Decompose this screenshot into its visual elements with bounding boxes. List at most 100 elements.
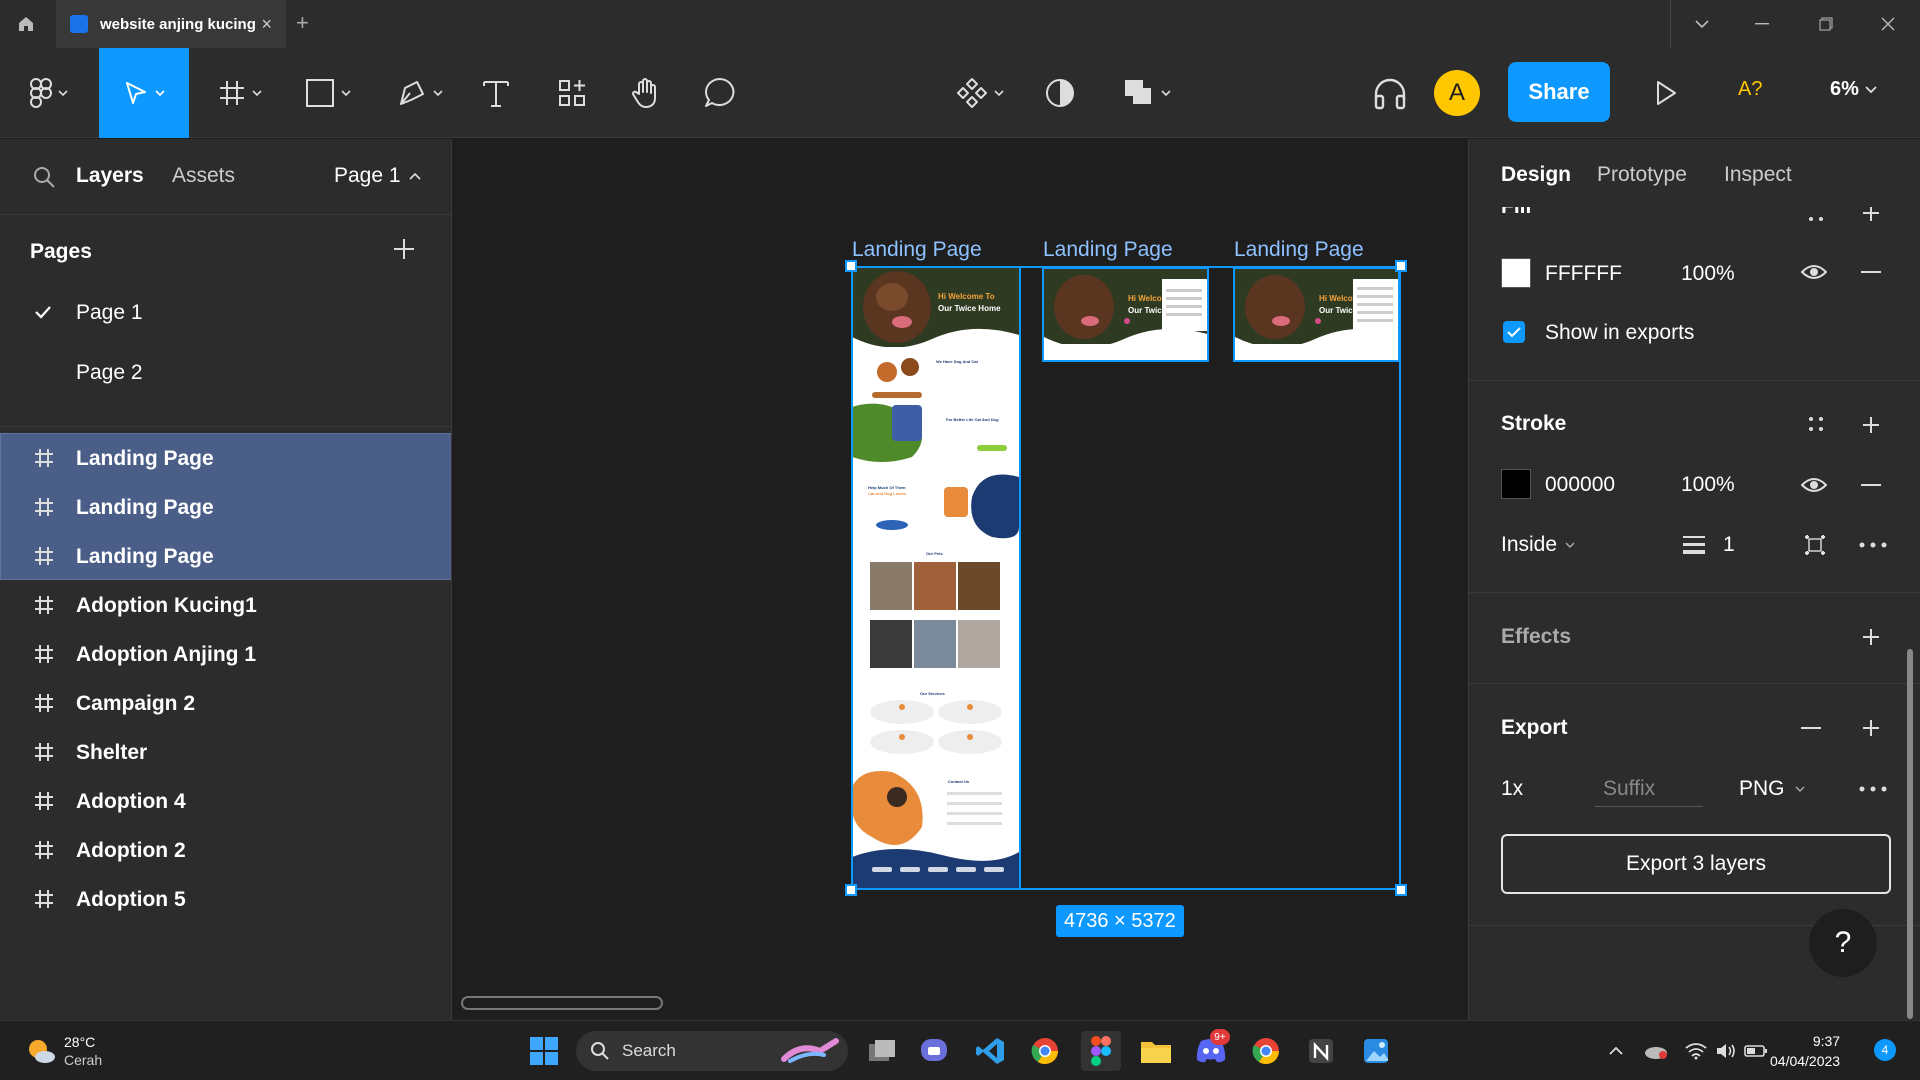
close-tab-icon[interactable]: × xyxy=(261,14,272,35)
comment-tool-button[interactable] xyxy=(700,48,740,138)
fill-color-swatch[interactable] xyxy=(1501,258,1531,288)
zoom-dropdown[interactable]: 6% xyxy=(1830,78,1877,101)
vscode-icon[interactable] xyxy=(970,1031,1010,1071)
system-clock[interactable]: 9:37 04/04/2023 xyxy=(1770,1031,1840,1071)
new-tab-button[interactable]: + xyxy=(296,10,309,36)
add-stroke-icon[interactable] xyxy=(1861,415,1881,435)
resize-handle-bl[interactable] xyxy=(845,884,857,896)
home-icon[interactable] xyxy=(0,0,52,48)
add-fill-icon[interactable] xyxy=(1861,207,1881,223)
tab-assets[interactable]: Assets xyxy=(172,164,235,188)
stroke-opacity-input[interactable]: 100% xyxy=(1681,473,1735,497)
more-options-icon[interactable] xyxy=(1859,542,1887,548)
tab-prototype[interactable]: Prototype xyxy=(1597,163,1687,187)
frame-label-1[interactable]: Landing Page xyxy=(852,238,982,262)
page-item-2[interactable]: Page 2 xyxy=(0,349,451,397)
page-selector[interactable]: Page 1 xyxy=(334,164,421,188)
layer-item[interactable]: Landing Page xyxy=(0,434,451,483)
tab-design[interactable]: Design xyxy=(1501,163,1571,187)
layer-item[interactable]: Campaign 2 xyxy=(0,679,451,728)
layer-item[interactable]: Adoption 2 xyxy=(0,826,451,875)
show-in-exports-checkbox[interactable] xyxy=(1503,321,1525,343)
missing-fonts-indicator[interactable]: A? xyxy=(1738,78,1762,101)
frame-tool-button[interactable] xyxy=(210,48,270,138)
layer-item[interactable]: Shelter xyxy=(0,728,451,777)
chevron-down-icon[interactable] xyxy=(1670,0,1734,48)
file-tab[interactable]: website anjing kucing × xyxy=(56,0,286,48)
layer-item[interactable]: Adoption Anjing 1 xyxy=(0,630,451,679)
resize-handle-br[interactable] xyxy=(1395,884,1407,896)
notification-center-badge[interactable]: 4 xyxy=(1874,1039,1896,1061)
chevron-up-icon[interactable] xyxy=(1596,1031,1636,1071)
stroke-styles-icon[interactable] xyxy=(1807,415,1825,433)
canvas[interactable]: Landing Page Landing Page Landing Page H… xyxy=(453,139,1467,1020)
main-menu-button[interactable] xyxy=(14,48,84,138)
start-button[interactable] xyxy=(524,1031,564,1071)
hand-tool-button[interactable] xyxy=(624,48,668,138)
remove-export-icon[interactable] xyxy=(1801,727,1821,729)
stroke-weight-input[interactable]: 1 xyxy=(1723,533,1735,557)
layer-item[interactable]: Adoption 5 xyxy=(0,875,451,924)
page-item-1[interactable]: Page 1 xyxy=(0,289,451,337)
remove-stroke-icon[interactable] xyxy=(1861,484,1881,486)
horizontal-scrollbar[interactable] xyxy=(461,996,663,1010)
stroke-hex-input[interactable]: 000000 xyxy=(1545,473,1615,497)
text-tool-button[interactable] xyxy=(476,48,516,138)
add-page-button[interactable] xyxy=(392,237,416,261)
add-effect-icon[interactable] xyxy=(1861,627,1881,647)
chrome-icon[interactable] xyxy=(1025,1031,1065,1071)
tab-inspect[interactable]: Inspect xyxy=(1724,163,1792,187)
stroke-color-swatch[interactable] xyxy=(1501,469,1531,499)
help-button[interactable]: ? xyxy=(1809,909,1877,977)
fill-opacity-input[interactable]: 100% xyxy=(1681,262,1735,286)
shape-tool-button[interactable] xyxy=(298,48,358,138)
fill-hex-input[interactable]: FFFFFF xyxy=(1545,262,1622,286)
weather-widget[interactable]: 28°C Cerah xyxy=(26,1033,102,1069)
export-layers-button[interactable]: Export 3 layers xyxy=(1501,834,1891,894)
boolean-menu-button[interactable] xyxy=(1112,48,1182,138)
eye-icon[interactable] xyxy=(1801,263,1827,281)
restore-icon[interactable] xyxy=(1794,0,1858,48)
eye-icon[interactable] xyxy=(1801,476,1827,494)
remove-fill-icon[interactable] xyxy=(1861,271,1881,273)
layer-item[interactable]: Adoption Kucing1 xyxy=(0,581,451,630)
audio-chat-button[interactable] xyxy=(1370,48,1410,138)
photos-icon[interactable] xyxy=(1356,1031,1396,1071)
component-menu-button[interactable] xyxy=(950,48,1010,138)
resources-button[interactable] xyxy=(552,48,592,138)
chrome-icon[interactable] xyxy=(1246,1031,1286,1071)
move-tool-button[interactable] xyxy=(99,48,189,138)
layer-item[interactable]: Landing Page xyxy=(0,532,451,581)
resize-handle-tl[interactable] xyxy=(845,260,857,272)
mask-button[interactable] xyxy=(1040,48,1080,138)
layer-item[interactable]: Adoption 4 xyxy=(0,777,451,826)
share-button[interactable]: Share xyxy=(1508,62,1610,122)
fill-styles-icon[interactable] xyxy=(1807,211,1825,225)
onedrive-icon[interactable] xyxy=(1636,1031,1676,1071)
resize-handle-tr[interactable] xyxy=(1395,260,1407,272)
taskbar-search[interactable]: Search xyxy=(576,1031,848,1071)
add-export-icon[interactable] xyxy=(1861,718,1881,738)
tab-layers[interactable]: Layers xyxy=(76,164,144,188)
figma-app-icon[interactable] xyxy=(1081,1031,1121,1071)
notion-icon[interactable] xyxy=(1301,1031,1341,1071)
frame-label-3[interactable]: Landing Page xyxy=(1234,238,1364,262)
vertical-scrollbar[interactable] xyxy=(1907,649,1913,1019)
individual-strokes-icon[interactable] xyxy=(1803,533,1827,557)
minimize-icon[interactable] xyxy=(1730,0,1794,48)
more-options-icon[interactable] xyxy=(1859,786,1887,792)
present-button[interactable] xyxy=(1646,48,1686,138)
user-avatar[interactable]: A xyxy=(1434,70,1480,116)
close-window-icon[interactable] xyxy=(1856,0,1920,48)
search-icon[interactable] xyxy=(32,165,56,189)
task-view-icon[interactable] xyxy=(862,1031,902,1071)
export-format-dropdown[interactable]: PNG xyxy=(1739,777,1805,801)
export-suffix-field[interactable]: Suffix xyxy=(1595,765,1703,807)
frame-label-2[interactable]: Landing Page xyxy=(1043,238,1173,262)
layer-item[interactable]: Landing Page xyxy=(0,483,451,532)
pen-tool-button[interactable] xyxy=(390,48,450,138)
file-explorer-icon[interactable] xyxy=(1136,1031,1176,1071)
stroke-position-dropdown[interactable]: Inside xyxy=(1501,533,1575,557)
teams-chat-icon[interactable] xyxy=(914,1031,954,1071)
export-scale-input[interactable]: 1x xyxy=(1501,777,1523,801)
